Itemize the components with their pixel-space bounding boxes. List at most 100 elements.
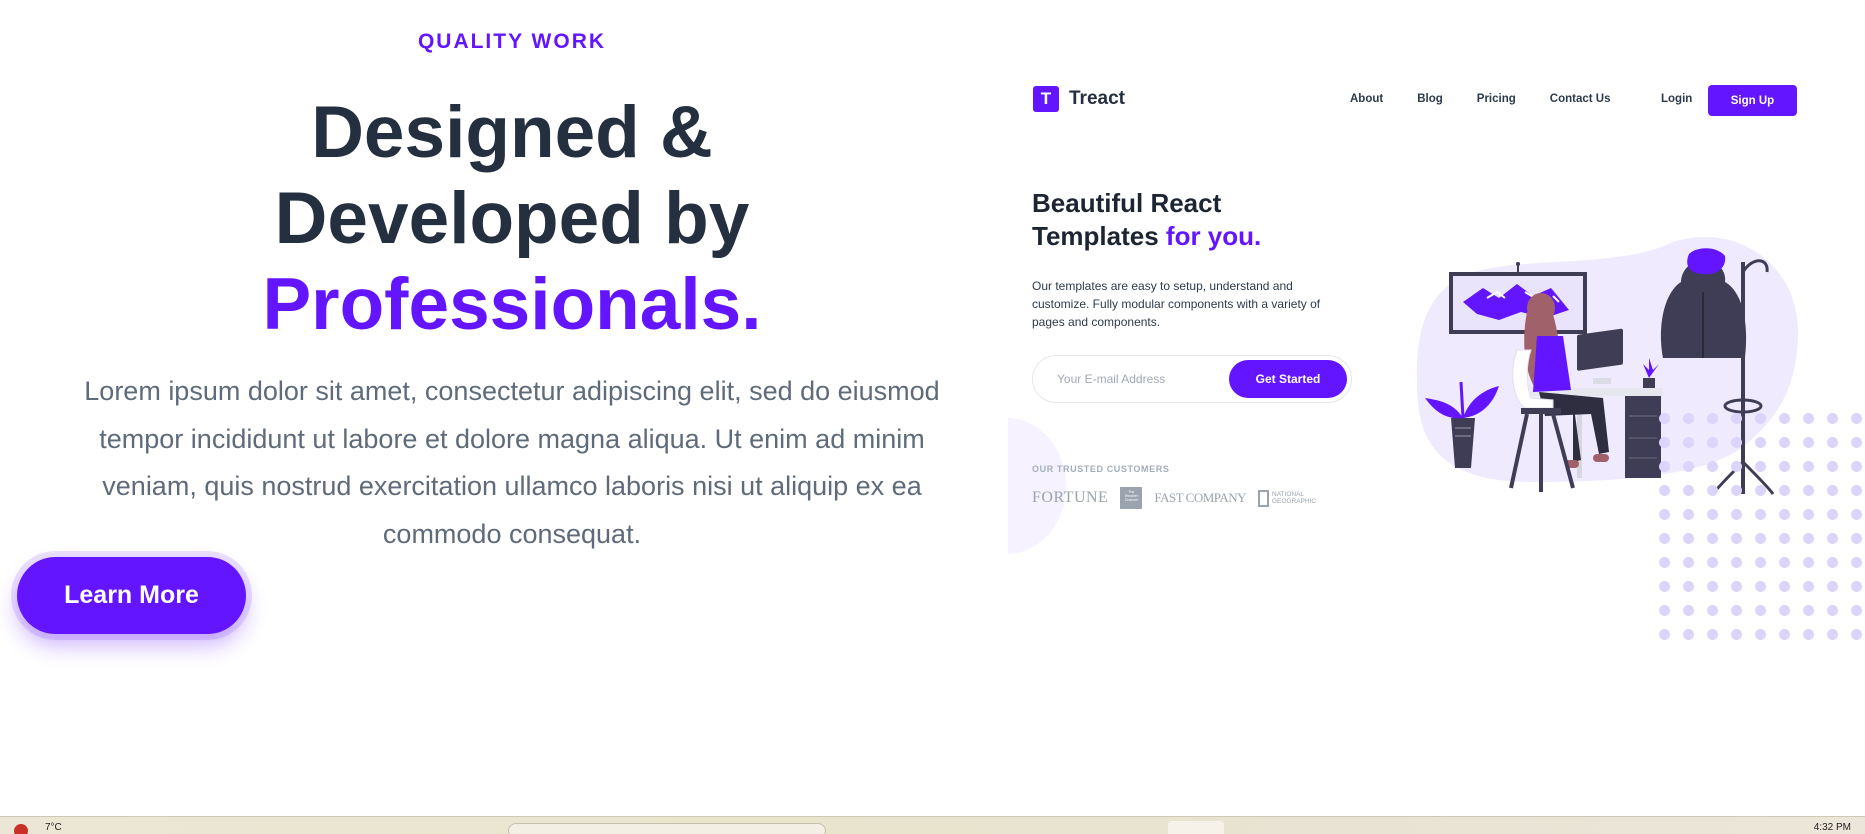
pattern-dot: [1755, 413, 1766, 424]
fast-company-logo: FAST COMPANY: [1154, 490, 1246, 505]
pattern-dot: [1755, 437, 1766, 448]
pattern-dot: [1659, 509, 1670, 520]
email-input[interactable]: Your E-mail Address: [1057, 372, 1165, 386]
customer-logos: FORTUNE The Weather Channel FAST COMPANY…: [1032, 487, 1318, 509]
hero-paragraph: Lorem ipsum dolor sit amet, consectetur …: [84, 376, 940, 549]
sign-up-button[interactable]: Sign Up: [1708, 85, 1797, 116]
pattern-dot: [1851, 557, 1862, 568]
pattern-dot: [1659, 557, 1670, 568]
pattern-dot: [1731, 581, 1742, 592]
pattern-dot: [1659, 413, 1670, 424]
pattern-dot: [1707, 605, 1718, 616]
taskbar-clock: 4:32 PM: [1813, 822, 1851, 833]
taskbar-app-tile[interactable]: [1168, 821, 1224, 834]
trusted-customers-label: OUR TRUSTED CUSTOMERS: [1032, 464, 1170, 474]
pattern-dot: [1803, 437, 1814, 448]
preview-title-accent: for you.: [1165, 221, 1262, 251]
get-started-button[interactable]: Get Started: [1229, 360, 1347, 398]
pattern-dot: [1779, 557, 1790, 568]
pattern-dot: [1683, 509, 1694, 520]
pattern-dot: [1779, 581, 1790, 592]
weather-channel-logo: The Weather Channel: [1120, 487, 1143, 509]
nav-pricing[interactable]: Pricing: [1477, 93, 1516, 105]
pattern-dot: [1827, 485, 1838, 496]
pattern-dot: [1779, 437, 1790, 448]
pattern-dot: [1731, 629, 1742, 640]
nav-blog[interactable]: Blog: [1417, 93, 1443, 105]
fortune-logo: FORTUNE: [1032, 489, 1109, 506]
natgeo-frame-icon: [1258, 489, 1269, 507]
pattern-dot: [1707, 509, 1718, 520]
pattern-dot: [1827, 437, 1838, 448]
pattern-dot: [1683, 413, 1694, 424]
pattern-dot: [1803, 533, 1814, 544]
pattern-dot: [1827, 557, 1838, 568]
pattern-dot: [1827, 605, 1838, 616]
pattern-dot: [1755, 509, 1766, 520]
pattern-dot: [1659, 581, 1670, 592]
hero-section: QUALITY WORK Designed & Developed by Pro…: [0, 0, 1010, 816]
pattern-dot: [1731, 485, 1742, 496]
pattern-dot: [1659, 437, 1670, 448]
hero-eyebrow: QUALITY WORK: [417, 30, 607, 53]
pattern-dot: [1851, 485, 1862, 496]
logo-text: Treact: [1069, 88, 1125, 109]
preview-description: Our templates are easy to setup, underst…: [1032, 279, 1321, 329]
learn-more-button[interactable]: Learn More: [17, 557, 246, 634]
nav-contact-us[interactable]: Contact Us: [1550, 93, 1611, 105]
pattern-dot: [1707, 413, 1718, 424]
pattern-dot: [1731, 509, 1742, 520]
pattern-dot: [1803, 605, 1814, 616]
pattern-dot: [1683, 437, 1694, 448]
preview-nav: About Blog Pricing Contact Us: [1350, 93, 1644, 105]
pattern-dot: [1755, 485, 1766, 496]
pattern-dot: [1731, 557, 1742, 568]
pattern-dot: [1755, 629, 1766, 640]
pattern-dot: [1827, 413, 1838, 424]
pattern-dot: [1731, 437, 1742, 448]
taskbar-search-box[interactable]: [508, 823, 826, 834]
pattern-dot: [1707, 533, 1718, 544]
pattern-dot: [1731, 461, 1742, 472]
preview-logo[interactable]: T Treact: [1033, 86, 1125, 112]
pattern-dot: [1683, 461, 1694, 472]
pattern-dot: [1731, 605, 1742, 616]
pattern-dot: [1851, 437, 1862, 448]
natgeo-text: NATIONAL GEOGRAPHIC: [1272, 491, 1317, 505]
pattern-dot: [1803, 485, 1814, 496]
weather-app-icon[interactable]: [14, 824, 28, 834]
pattern-dot: [1707, 581, 1718, 592]
login-link[interactable]: Login: [1661, 93, 1692, 105]
template-preview: T Treact About Blog Pricing Contact Us L…: [1008, 0, 1865, 816]
pattern-dot: [1683, 605, 1694, 616]
hero-headline: Designed & Developed by Professionals.: [0, 90, 1024, 348]
pattern-dot: [1851, 509, 1862, 520]
pattern-dot: [1803, 509, 1814, 520]
pattern-dot: [1755, 557, 1766, 568]
pattern-dot: [1731, 413, 1742, 424]
pattern-dot: [1779, 533, 1790, 544]
pattern-dot: [1851, 581, 1862, 592]
decorative-blob: [1008, 418, 1066, 554]
pattern-dot: [1683, 557, 1694, 568]
pattern-dot: [1779, 629, 1790, 640]
pattern-dot: [1851, 461, 1862, 472]
nav-about[interactable]: About: [1350, 93, 1383, 105]
pattern-dot: [1851, 413, 1862, 424]
taskbar-weather-label: 7°C: [45, 822, 62, 833]
national-geographic-logo: NATIONAL GEOGRAPHIC: [1258, 489, 1318, 507]
pattern-dot: [1707, 485, 1718, 496]
pattern-dot: [1731, 533, 1742, 544]
pattern-dot: [1755, 533, 1766, 544]
pattern-dot: [1707, 557, 1718, 568]
pattern-dot: [1683, 533, 1694, 544]
pattern-dot: [1779, 485, 1790, 496]
pattern-dot: [1851, 533, 1862, 544]
pattern-dot: [1827, 533, 1838, 544]
logo-mark-icon: T: [1033, 86, 1059, 112]
pattern-dot: [1851, 629, 1862, 640]
dot-pattern: [1659, 413, 1865, 653]
pattern-dot: [1755, 605, 1766, 616]
pattern-dot: [1779, 509, 1790, 520]
os-taskbar: 7°C 4:32 PM: [0, 816, 1865, 834]
